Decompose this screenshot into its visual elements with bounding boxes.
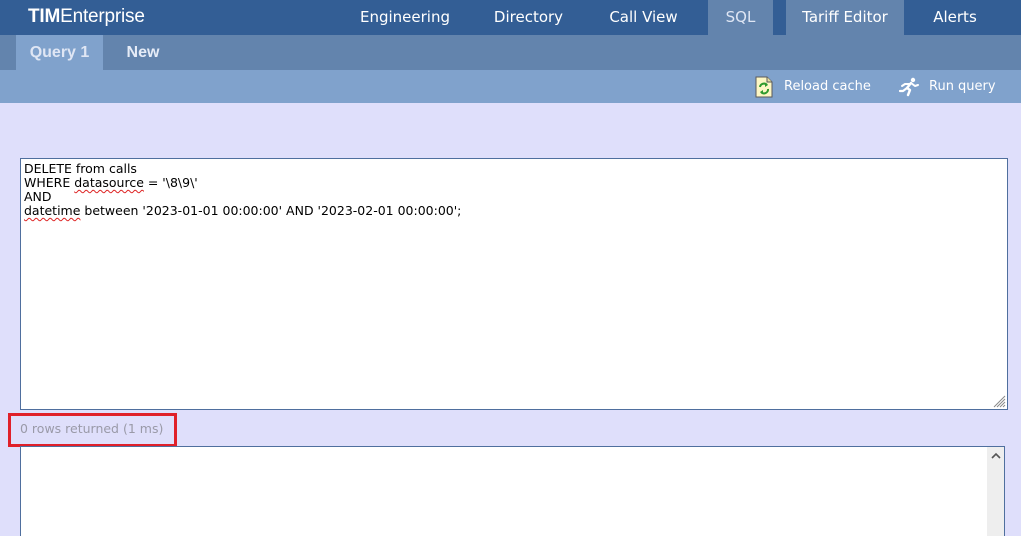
running-man-icon [898,76,920,98]
resize-grip-icon[interactable] [992,394,1006,408]
sql-text: WHERE [24,175,75,190]
logo-light-text: Enterprise [60,6,145,27]
results-scrollbar[interactable] [987,447,1004,536]
query-tab-new[interactable]: New [112,35,174,70]
sql-line: WHERE datasource = '\8\9\' [24,176,1004,190]
query-tabs-bar: Query 1 New [0,35,1021,70]
misspelled-word: datasource [74,175,144,190]
misspelled-word: datetime [24,203,81,218]
sql-line: DELETE from calls [24,161,137,176]
results-panel [20,446,1005,536]
sql-text: between '2023-01-01 00:00:00' AND '2023-… [80,203,462,218]
reload-cache-label: Reload cache [784,79,871,94]
reload-cache-button[interactable]: Reload cache [753,70,871,103]
sql-text: = '\8\9\' [143,175,198,190]
sql-line: AND [24,189,52,204]
run-query-button[interactable]: Run query [898,70,996,103]
nav-tab-alerts[interactable]: Alerts [912,0,998,35]
top-navigation-bar: TIMEnterprise Engineering Directory Call… [0,0,1021,35]
nav-tab-engineering[interactable]: Engineering [348,0,462,35]
nav-tab-directory[interactable]: Directory [478,0,579,35]
sql-line: datetime between '2023-01-01 00:00:00' A… [24,204,1004,218]
sql-editor-textarea[interactable]: DELETE from calls WHERE datasource = '\8… [20,158,1008,410]
run-query-label: Run query [929,79,996,94]
scroll-up-icon[interactable] [987,447,1004,464]
query-tab-query-1[interactable]: Query 1 [16,35,103,70]
logo-bold-text: TIM [28,6,61,27]
annotation-highlight-box [8,413,177,447]
nav-tab-sql[interactable]: SQL [708,0,773,35]
toolbar: Reload cache Run query [0,70,1021,103]
app-logo: TIMEnterprise [28,6,145,28]
reload-cache-icon [753,76,775,98]
nav-tab-tariff-editor[interactable]: Tariff Editor [786,0,904,35]
nav-tab-call-view[interactable]: Call View [595,0,692,35]
